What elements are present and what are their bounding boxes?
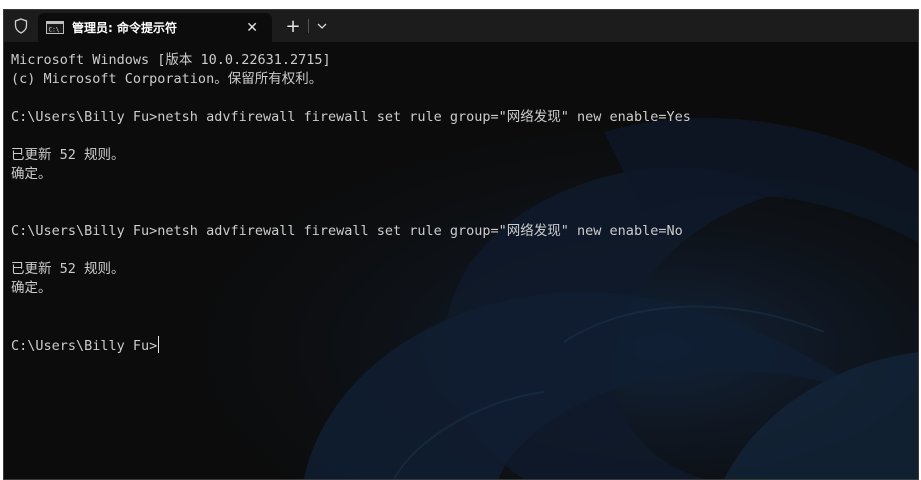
tab-dropdown-button[interactable] [309,10,335,42]
new-tab-button[interactable]: + [278,10,308,42]
console-prompt: C:\Users\Billy Fu> [11,338,158,354]
cmd-icon-text: C:\ [49,27,60,34]
console-line: 确定。 [11,280,52,296]
console-output: Microsoft Windows [版本 10.0.22631.2715] (c… [11,51,691,355]
console-line: (c) Microsoft Corporation。保留所有权利。 [11,71,323,87]
shield-icon [4,10,38,42]
console-line: 已更新 52 规则。 [11,147,125,163]
text-cursor [158,336,160,353]
console-line: C:\Users\Billy Fu>netsh advfirewall fire… [11,223,683,239]
title-bar: C:\ 管理员: 命令提示符 ✕ + [4,10,918,42]
tab-label: 管理员: 命令提示符 [72,21,177,35]
console-line: C:\Users\Billy Fu>netsh advfirewall fire… [11,109,691,125]
console-prompt-line[interactable]: C:\Users\Billy Fu> [11,336,691,355]
terminal-content[interactable]: Microsoft Windows [版本 10.0.22631.2715] (c… [4,42,918,479]
tab-command-prompt[interactable]: C:\ 管理员: 命令提示符 ✕ [38,13,272,42]
console-line: 已更新 52 规则。 [11,261,125,277]
console-line: 确定。 [11,166,52,182]
console-line: Microsoft Windows [版本 10.0.22631.2715] [11,52,331,68]
cmd-icon: C:\ [46,21,64,35]
close-tab-button[interactable]: ✕ [246,21,258,35]
terminal-window: C:\ 管理员: 命令提示符 ✕ + Microsoft Windows [版本… [3,9,919,480]
chevron-down-icon [317,23,327,29]
